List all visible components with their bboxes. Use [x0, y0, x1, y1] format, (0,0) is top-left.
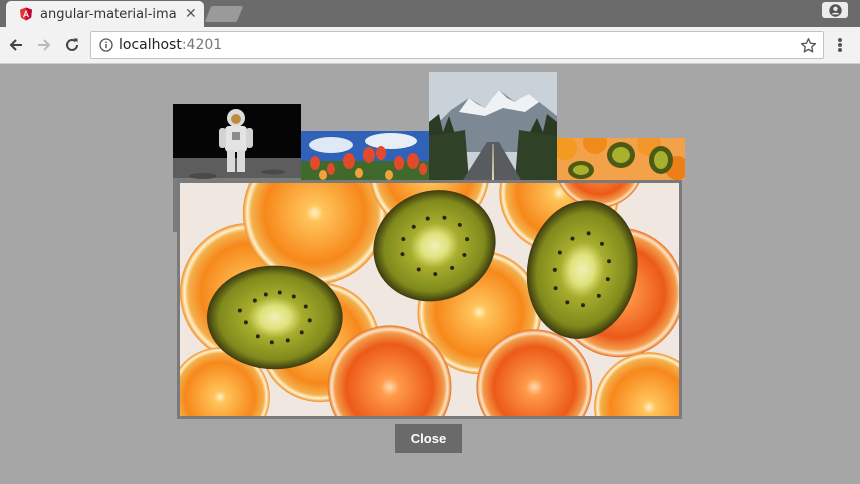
reload-button[interactable] [62, 35, 82, 55]
tab-title: angular-material-image [40, 6, 176, 22]
tab-strip: angular-material-image ✕ [0, 0, 860, 27]
oranges-kiwis-image [180, 183, 679, 416]
page-viewport: Close [0, 64, 860, 484]
browser-tab[interactable]: angular-material-image ✕ [6, 1, 204, 27]
url-text: localhost:4201 [119, 37, 222, 53]
new-tab-button[interactable] [204, 6, 244, 22]
close-button[interactable]: Close [395, 424, 462, 453]
back-arrow-icon [9, 39, 22, 51]
browser-toolbar: localhost:4201 [0, 27, 860, 64]
menu-dots-icon[interactable] [832, 37, 848, 53]
url-port: :4201 [181, 37, 223, 53]
tab-close-icon[interactable]: ✕ [185, 6, 197, 22]
dialog-image [177, 180, 682, 419]
angular-shield-icon [20, 7, 32, 21]
thumbnail-oranges-kiwis[interactable] [557, 138, 685, 180]
tulips-image [301, 131, 429, 180]
back-button[interactable] [6, 35, 26, 55]
account-icon[interactable] [822, 2, 848, 18]
thumbnail-tulips[interactable] [301, 131, 429, 180]
url-host: localhost [119, 37, 182, 53]
mountain-road-image [429, 72, 557, 180]
address-bar[interactable]: localhost:4201 [90, 31, 824, 59]
star-icon[interactable] [800, 37, 817, 54]
forward-button[interactable] [34, 35, 54, 55]
thumbnail-mountain-road[interactable] [429, 72, 557, 180]
reload-icon [66, 38, 78, 51]
person-icon [828, 3, 842, 17]
forward-arrow-icon [38, 39, 51, 51]
oranges-kiwis-thumb-image [557, 138, 685, 180]
info-icon[interactable] [99, 38, 113, 52]
